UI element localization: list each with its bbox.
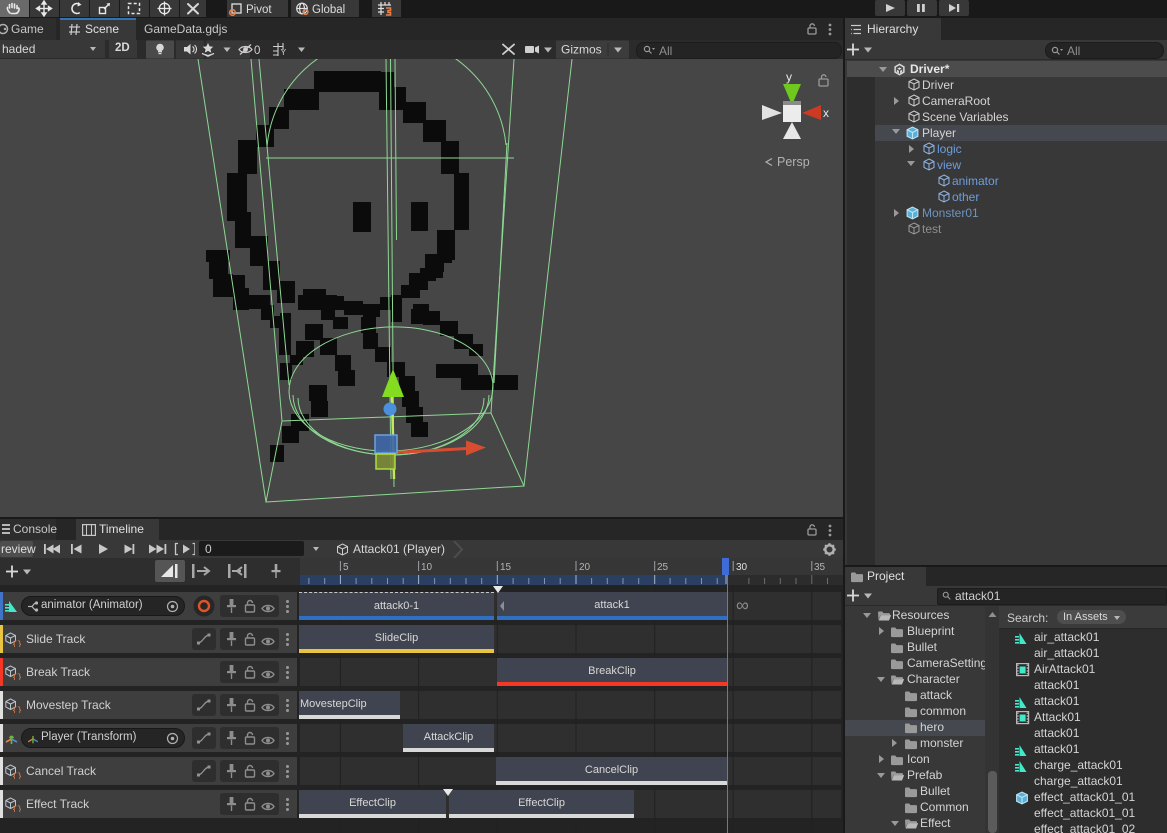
svg-text:30: 30	[736, 562, 748, 573]
svg-text:Y: Y	[281, 47, 287, 57]
svg-text:15: 15	[500, 562, 512, 573]
svg-text:0: 0	[254, 45, 260, 57]
svg-text:Persp: Persp	[777, 155, 810, 169]
svg-text:y: y	[786, 70, 792, 84]
svg-text:x: x	[823, 106, 829, 120]
svg-text:35: 35	[814, 562, 826, 573]
svg-text:Gizmos: Gizmos	[561, 43, 602, 57]
svg-text:Pivot: Pivot	[246, 4, 272, 16]
svg-text:20: 20	[579, 562, 591, 573]
svg-text:5: 5	[343, 562, 349, 573]
svg-text:Global: Global	[312, 4, 345, 16]
svg-text:25: 25	[657, 562, 669, 573]
svg-text:10: 10	[421, 562, 433, 573]
